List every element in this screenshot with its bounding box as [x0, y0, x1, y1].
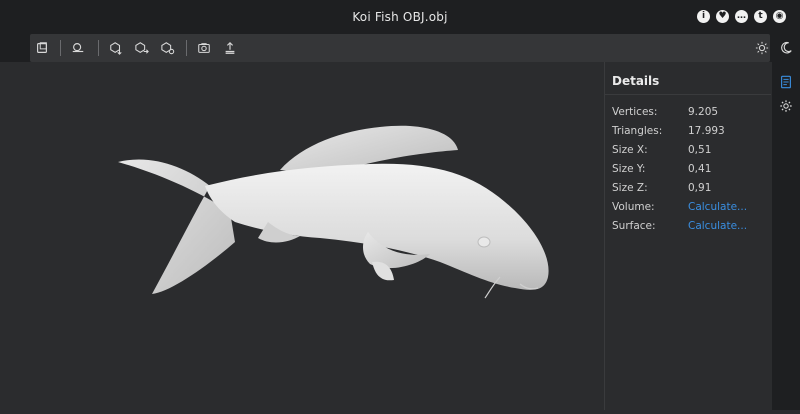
detail-row-volume: Volume: Calculate...	[612, 201, 772, 219]
detail-value: 0,41	[688, 163, 712, 175]
calculate-volume-link[interactable]: Calculate...	[688, 201, 747, 213]
copy-icon[interactable]	[32, 38, 52, 58]
detail-row-vertices: Vertices: 9.205	[612, 106, 772, 124]
detail-key: Triangles:	[612, 125, 663, 137]
detail-row-surface: Surface: Calculate...	[612, 220, 772, 238]
export-settings-icon[interactable]	[158, 38, 178, 58]
details-title: Details	[612, 74, 660, 88]
chat-icon[interactable]: …	[735, 10, 748, 23]
detail-key: Size Y:	[612, 163, 646, 175]
detail-row-size-x: Size X: 0,51	[612, 144, 772, 162]
right-sidebar	[772, 62, 800, 410]
toolbar-divider	[186, 40, 187, 56]
github-icon[interactable]: ◉	[773, 10, 786, 23]
details-icon[interactable]	[778, 74, 794, 90]
sun-icon[interactable]	[752, 38, 772, 58]
detail-row-size-y: Size Y: 0,41	[612, 163, 772, 181]
detail-row-triangles: Triangles: 17.993	[612, 125, 772, 143]
details-divider	[605, 94, 771, 95]
tool-strip	[30, 34, 770, 62]
toolbar-divider	[98, 40, 99, 56]
detail-key: Size X:	[612, 144, 648, 156]
detail-key: Surface:	[612, 220, 656, 232]
toolbar	[0, 34, 800, 89]
upload-icon[interactable]	[220, 38, 240, 58]
heart-icon[interactable]: ♥	[716, 10, 729, 23]
detail-key: Vertices:	[612, 106, 658, 118]
detail-value: 9.205	[688, 106, 719, 118]
orbit-icon[interactable]	[68, 38, 88, 58]
detail-row-size-z: Size Z: 0,91	[612, 182, 772, 200]
koi-fish-model[interactable]	[0, 62, 604, 410]
moon-icon[interactable]	[776, 38, 796, 58]
top-icons: i ♥ … t ◉	[697, 10, 786, 23]
3d-viewport[interactable]	[0, 62, 604, 410]
calculate-surface-link[interactable]: Calculate...	[688, 220, 747, 232]
window-title: Koi Fish OBJ.obj	[352, 10, 448, 24]
detail-value: 17.993	[688, 125, 725, 137]
info-icon[interactable]: i	[697, 10, 710, 23]
title-bar: Koi Fish OBJ.obj i ♥ … t ◉	[0, 0, 800, 34]
detail-key: Volume:	[612, 201, 655, 213]
detail-key: Size Z:	[612, 182, 648, 194]
toolbar-divider	[60, 40, 61, 56]
export-down-icon[interactable]	[106, 38, 126, 58]
settings-icon[interactable]	[778, 98, 794, 114]
detail-value: 0,51	[688, 144, 712, 156]
twitter-icon[interactable]: t	[754, 10, 767, 23]
details-panel: Details Vertices: 9.205 Triangles: 17.99…	[604, 62, 771, 410]
detail-value: 0,91	[688, 182, 712, 194]
camera-icon[interactable]	[194, 38, 214, 58]
export-right-icon[interactable]	[132, 38, 152, 58]
